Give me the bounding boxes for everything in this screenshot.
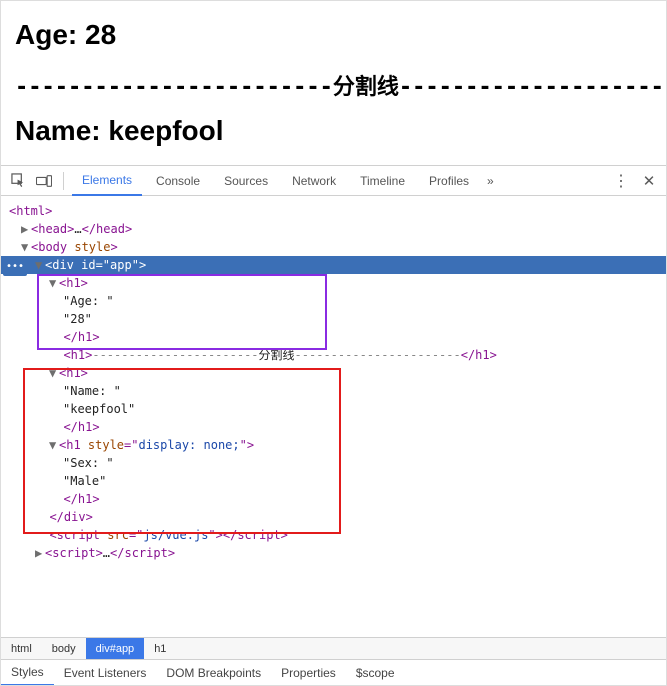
- disclosure-triangle-icon[interactable]: ▶: [21, 220, 31, 238]
- heading-age-value: 28: [85, 19, 116, 50]
- tab-console[interactable]: Console: [146, 166, 210, 196]
- node-h1-age-close[interactable]: </h1>: [1, 328, 666, 346]
- crumb-div-app[interactable]: div#app: [86, 638, 145, 660]
- elements-tree[interactable]: <html> ▶<head>…</head> ▼<body style> •••…: [1, 196, 666, 637]
- tab-profiles[interactable]: Profiles: [419, 166, 479, 196]
- inspect-element-icon[interactable]: [7, 170, 29, 192]
- node-text-age-label[interactable]: "Age: ": [1, 292, 666, 310]
- divider-line: ------------------------分割线-------------…: [15, 69, 652, 101]
- heading-name: Name: keepfool: [15, 115, 652, 147]
- node-text-sex-value[interactable]: "Male": [1, 472, 666, 490]
- disclosure-triangle-icon[interactable]: ▼: [49, 274, 59, 292]
- selected-node-badge: •••: [3, 258, 27, 276]
- node-h1-sex-close[interactable]: </h1>: [1, 490, 666, 508]
- subtab-dom-breakpoints[interactable]: DOM Breakpoints: [156, 660, 271, 686]
- node-text-name-value[interactable]: "keepfool": [1, 400, 666, 418]
- disclosure-triangle-icon[interactable]: ▼: [49, 364, 59, 382]
- node-head[interactable]: ▶<head>…</head>: [1, 220, 666, 238]
- breadcrumb-bar: html body div#app h1: [1, 637, 666, 659]
- tab-network[interactable]: Network: [282, 166, 346, 196]
- node-div-close[interactable]: </div>: [1, 508, 666, 526]
- node-h1-age-open[interactable]: ▼<h1>: [1, 274, 666, 292]
- node-script-vue[interactable]: <script src="js/vue.js"></script>: [1, 526, 666, 544]
- heading-age-label: Age:: [15, 19, 85, 50]
- toolbar-separator: [63, 172, 64, 190]
- crumb-html[interactable]: html: [1, 638, 42, 660]
- tab-sources[interactable]: Sources: [214, 166, 278, 196]
- disclosure-triangle-icon[interactable]: ▼: [35, 256, 45, 274]
- node-text-age-value[interactable]: "28": [1, 310, 666, 328]
- device-mode-icon[interactable]: [33, 170, 55, 192]
- disclosure-triangle-icon[interactable]: ▶: [35, 544, 45, 562]
- devtools-close-icon[interactable]: ✕: [638, 170, 660, 192]
- devtools-menu-icon[interactable]: ⋮: [610, 170, 632, 192]
- node-script-inline[interactable]: ▶<script>…</script>: [1, 544, 666, 562]
- tab-more[interactable]: »: [483, 166, 498, 196]
- node-h1-sex-open[interactable]: ▼<h1 style="display: none;">: [1, 436, 666, 454]
- node-h1-divider[interactable]: <h1><h1>--------------------------------…: [1, 346, 666, 364]
- node-h1-name-close[interactable]: </h1>: [1, 418, 666, 436]
- divider-left: ------------------------: [15, 75, 333, 100]
- subtab-event-listeners[interactable]: Event Listeners: [54, 660, 157, 686]
- disclosure-triangle-icon[interactable]: ▼: [49, 436, 59, 454]
- tab-timeline[interactable]: Timeline: [350, 166, 415, 196]
- devtools-panel: Elements Console Sources Network Timelin…: [1, 165, 666, 685]
- heading-name-label: Name:: [15, 115, 108, 146]
- disclosure-triangle-icon[interactable]: ▼: [21, 238, 31, 256]
- subtab-scope[interactable]: $scope: [346, 660, 405, 686]
- heading-age: Age: 28: [15, 19, 652, 51]
- node-h1-name-open[interactable]: ▼<h1>: [1, 364, 666, 382]
- subtab-properties[interactable]: Properties: [271, 660, 346, 686]
- heading-name-value: keepfool: [108, 115, 223, 146]
- node-body[interactable]: ▼<body style>: [1, 238, 666, 256]
- devtools-toolbar: Elements Console Sources Network Timelin…: [1, 166, 666, 196]
- divider-right: ----------------------: [399, 75, 667, 100]
- node-text-sex-label[interactable]: "Sex: ": [1, 454, 666, 472]
- divider-text: 分割线: [333, 75, 399, 100]
- node-text-name-label[interactable]: "Name: ": [1, 382, 666, 400]
- rendered-page: Age: 28 ------------------------分割线-----…: [1, 1, 666, 165]
- node-html[interactable]: <html>: [1, 202, 666, 220]
- subtab-styles[interactable]: Styles: [1, 660, 54, 686]
- crumb-body[interactable]: body: [42, 638, 86, 660]
- sidebar-subtabs: Styles Event Listeners DOM Breakpoints P…: [1, 659, 666, 685]
- node-div-app[interactable]: •••▼<div id="app">: [1, 256, 666, 274]
- crumb-h1[interactable]: h1: [144, 638, 176, 660]
- tab-elements[interactable]: Elements: [72, 166, 142, 196]
